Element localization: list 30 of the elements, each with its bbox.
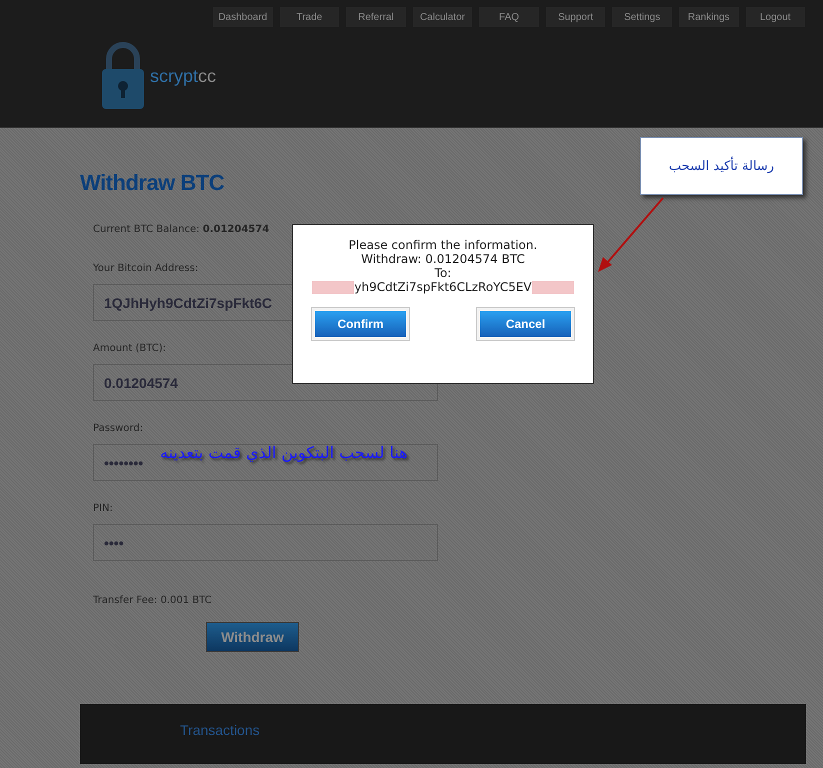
annotation-text: هنا لسحب البتكوين الذي قمت بتعدينه [160, 443, 408, 462]
fee-text: Transfer Fee: 0.001 BTC [93, 595, 212, 606]
confirm-button[interactable]: Confirm [312, 308, 409, 340]
redaction-mark [312, 280, 354, 294]
field-label: Your Bitcoin Address: [93, 263, 198, 274]
dialog-text: Please confirm the information. [348, 238, 538, 252]
nav-link[interactable]: Trade [280, 7, 340, 27]
field-label: PIN: [93, 503, 113, 514]
page-title: Withdraw BTC [80, 170, 226, 196]
nav-link[interactable]: Support [546, 7, 606, 27]
field-label: Amount (BTC): [93, 343, 166, 354]
cancel-button[interactable]: Cancel [477, 308, 574, 340]
nav-link[interactable]: Settings [612, 7, 672, 27]
balance-text: Current BTC Balance: 0.01204574 [93, 224, 270, 235]
callout-text: رسالة تأكيد السحب [668, 158, 774, 174]
nav-link[interactable]: FAQ [479, 7, 539, 27]
nav-link[interactable]: Logout [746, 7, 806, 27]
dialog-text: To: [434, 266, 452, 280]
nav-link[interactable]: Calculator [412, 7, 472, 27]
redaction-mark [532, 280, 574, 294]
field-label: Password: [93, 423, 144, 434]
input-field[interactable]: •••• [93, 524, 438, 561]
padlock-icon [100, 41, 146, 111]
nav-link[interactable]: Referral [346, 7, 406, 27]
nav-link[interactable]: Dashboard [213, 7, 273, 27]
dialog-text: Withdraw: 0.01204574 BTC [361, 252, 525, 266]
logo-text: scryptcc [150, 66, 216, 86]
nav-link[interactable]: Rankings [678, 7, 738, 27]
transactions-heading: Transactions [180, 722, 260, 738]
withdraw-button[interactable]: Withdraw [206, 622, 299, 652]
